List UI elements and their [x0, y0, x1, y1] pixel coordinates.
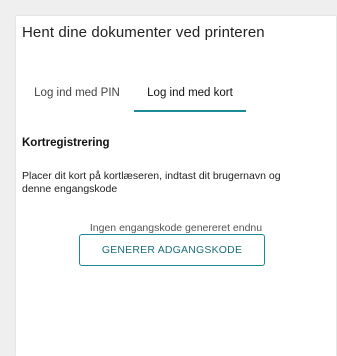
passcode-status-text: Ingen engangskode genereret endnu [89, 222, 263, 234]
tab-login-card[interactable]: Log ind med kort [134, 84, 246, 112]
card-registration-instructions: Placer dit kort på kortlæseren, indtast … [22, 170, 281, 195]
generate-passcode-button[interactable]: GENERER ADGANGSKODE [79, 234, 265, 266]
card-registration-heading: Kortregistrering [22, 137, 110, 149]
tab-login-pin[interactable]: Log ind med PIN [22, 84, 132, 110]
panel-title: Hent dine dokumenter ved printeren [22, 24, 265, 41]
login-tabs: Log ind med PIN Log ind med kort [22, 84, 262, 112]
